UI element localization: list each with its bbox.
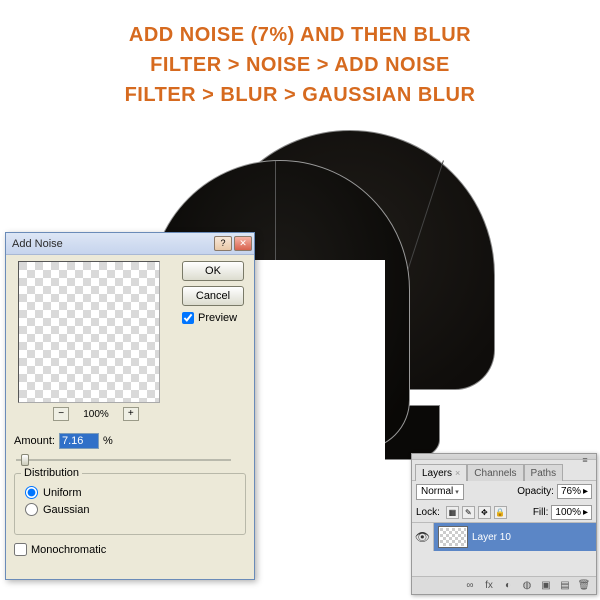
help-button[interactable]: ?: [214, 236, 232, 251]
lock-all-icon[interactable]: 🔒: [494, 506, 507, 519]
panel-footer: ∞ fx ◐ ◍ ▣ ▤ 🗑: [412, 576, 596, 594]
amount-input[interactable]: [59, 433, 99, 449]
uniform-radio[interactable]: [25, 486, 38, 499]
lock-paint-icon[interactable]: ✎: [462, 506, 475, 519]
gaussian-radio-row[interactable]: Gaussian: [25, 503, 235, 516]
instruction-line: FILTER > BLUR > GAUSSIAN BLUR: [0, 80, 600, 110]
new-layer-icon[interactable]: ▤: [558, 579, 572, 593]
add-noise-dialog: Add Noise ? ✕ OK Cancel Preview − 100% +…: [5, 232, 255, 580]
lock-transparency-icon[interactable]: ▦: [446, 506, 459, 519]
monochromatic-checkbox[interactable]: [14, 543, 27, 556]
ok-button[interactable]: OK: [182, 261, 244, 281]
tutorial-instructions: ADD NOISE (7%) AND THEN BLUR FILTER > NO…: [0, 20, 600, 110]
amount-slider[interactable]: [16, 453, 231, 467]
dialog-titlebar[interactable]: Add Noise ? ✕: [6, 233, 254, 255]
slider-thumb[interactable]: [21, 454, 29, 466]
opacity-label: Opacity:: [517, 486, 554, 497]
visibility-eye-icon[interactable]: 👁: [412, 523, 434, 551]
monochromatic-row[interactable]: Monochromatic: [14, 543, 106, 556]
lock-label: Lock:: [416, 507, 440, 518]
amount-label: Amount:: [14, 435, 55, 447]
group-icon[interactable]: ▣: [539, 579, 553, 593]
fx-icon[interactable]: fx: [482, 579, 496, 593]
opacity-input[interactable]: 76%▸: [557, 484, 592, 499]
panel-menu-icon[interactable]: ≡: [576, 454, 594, 466]
fill-label: Fill:: [533, 507, 549, 518]
tab-paths[interactable]: Paths: [524, 464, 564, 481]
trash-icon[interactable]: 🗑: [577, 579, 591, 593]
preview-checkbox[interactable]: [182, 312, 194, 324]
canvas-mask-overlay: [255, 260, 385, 460]
panel-tabs: Layers× Channels Paths: [412, 460, 596, 480]
layer-thumbnail[interactable]: [438, 526, 468, 548]
blend-mode-select[interactable]: Normal▾: [416, 484, 464, 500]
uniform-radio-row[interactable]: Uniform: [25, 486, 235, 499]
close-button[interactable]: ✕: [234, 236, 252, 251]
gaussian-radio[interactable]: [25, 503, 38, 516]
fill-input[interactable]: 100%▸: [551, 505, 592, 520]
layer-row[interactable]: 👁 Layer 10: [412, 523, 596, 551]
tab-channels[interactable]: Channels: [467, 464, 523, 481]
preview-label: Preview: [198, 312, 237, 324]
layer-name: Layer 10: [472, 532, 511, 543]
zoom-level: 100%: [83, 409, 109, 420]
preview-checkbox-row[interactable]: Preview: [182, 312, 244, 324]
zoom-in-button[interactable]: +: [123, 407, 139, 421]
tab-layers[interactable]: Layers×: [415, 464, 467, 481]
amount-unit: %: [103, 435, 113, 447]
dialog-title: Add Noise: [12, 238, 214, 250]
cancel-button[interactable]: Cancel: [182, 286, 244, 306]
instruction-line: ADD NOISE (7%) AND THEN BLUR: [0, 20, 600, 50]
lock-position-icon[interactable]: ✥: [478, 506, 491, 519]
link-layers-icon[interactable]: ∞: [463, 579, 477, 593]
layers-panel: ≡ Layers× Channels Paths Normal▾ Opacity…: [411, 453, 597, 595]
instruction-line: FILTER > NOISE > ADD NOISE: [0, 50, 600, 80]
adjustment-icon[interactable]: ◍: [520, 579, 534, 593]
zoom-out-button[interactable]: −: [53, 407, 69, 421]
distribution-group: Distribution Uniform Gaussian: [14, 473, 246, 535]
distribution-legend: Distribution: [21, 467, 82, 479]
noise-preview[interactable]: [18, 261, 160, 403]
mask-icon[interactable]: ◐: [501, 579, 515, 593]
